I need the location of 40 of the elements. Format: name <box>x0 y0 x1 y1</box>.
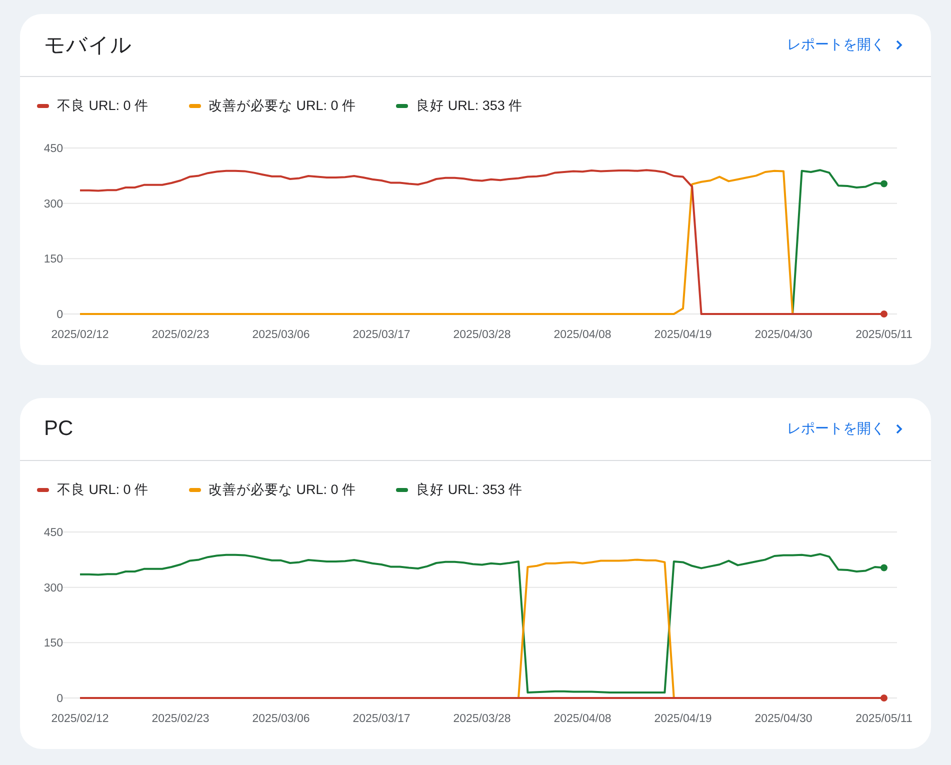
y-tick-label: 150 <box>44 638 63 650</box>
end-point-dot <box>880 180 888 188</box>
y-tick-label: 0 <box>56 309 63 321</box>
y-tick-label: 150 <box>44 254 63 266</box>
y-tick-label: 0 <box>56 693 63 705</box>
legend-label: 良好 URL: 353 件 <box>416 97 523 115</box>
x-tick-label: 2025/04/19 <box>654 329 712 341</box>
x-tick-label: 2025/04/30 <box>754 713 812 725</box>
x-tick-label: 2025/02/12 <box>51 713 109 725</box>
x-tick-label: 2025/03/17 <box>352 713 410 725</box>
x-tick-label: 2025/04/19 <box>654 713 712 725</box>
y-tick-label: 450 <box>44 527 63 539</box>
legend-label: 不良 URL: 0 件 <box>57 481 149 499</box>
open-report-link[interactable]: レポートを開く <box>787 36 905 54</box>
legend-label: 不良 URL: 0 件 <box>57 97 149 115</box>
open-report-link[interactable]: レポートを開く <box>787 420 905 438</box>
x-tick-label: 2025/02/23 <box>152 329 210 341</box>
x-tick-label: 2025/05/11 <box>856 713 912 725</box>
x-tick-label: 2025/02/23 <box>152 713 210 725</box>
end-point-dot <box>880 694 888 702</box>
y-tick-label: 300 <box>44 198 63 210</box>
legend-label: 改善が必要な URL: 0 件 <box>208 481 356 499</box>
x-tick-label: 2025/03/28 <box>453 329 511 341</box>
x-tick-label: 2025/05/11 <box>856 329 912 341</box>
legend-label: 良好 URL: 353 件 <box>416 481 523 499</box>
x-tick-label: 2025/03/06 <box>252 329 310 341</box>
x-tick-label: 2025/04/30 <box>754 329 812 341</box>
x-tick-label: 2025/03/28 <box>453 713 511 725</box>
x-tick-label: 2025/02/12 <box>51 329 109 341</box>
x-tick-label: 2025/03/17 <box>352 329 410 341</box>
legend-label: 改善が必要な URL: 0 件 <box>208 97 356 115</box>
x-tick-label: 2025/03/06 <box>252 713 310 725</box>
x-tick-label: 2025/04/08 <box>554 713 612 725</box>
y-tick-label: 300 <box>44 582 63 594</box>
end-point-dot <box>880 564 888 572</box>
x-tick-label: 2025/04/08 <box>554 329 612 341</box>
y-tick-label: 450 <box>44 143 63 155</box>
card-title: モバイル <box>44 33 132 59</box>
card-title: PC <box>44 417 74 441</box>
end-point-dot <box>880 310 888 318</box>
